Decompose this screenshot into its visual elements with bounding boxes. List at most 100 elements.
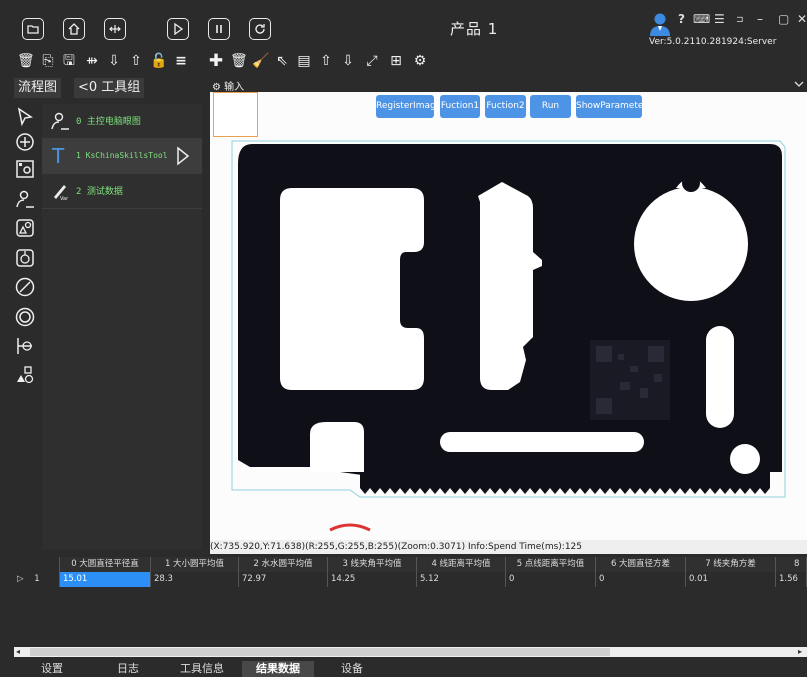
circle-fit-icon[interactable] (14, 306, 36, 328)
blob-tool-icon[interactable] (14, 217, 36, 239)
menu-icon[interactable]: ☰ (714, 12, 725, 26)
table-empty-area (14, 587, 807, 645)
open-folder-button[interactable] (22, 18, 44, 40)
table-header[interactable]: 4 线距离平均值 (417, 557, 506, 572)
version-label: Ver:5.0.2110.281924:Server (649, 37, 777, 47)
settings-icon[interactable]: ⚙ (412, 53, 428, 69)
row-pointer-icon: ▷ (17, 574, 24, 584)
run-once-button[interactable] (167, 18, 189, 40)
table-header[interactable]: 0 大圆直径平径直 (60, 557, 151, 572)
table-cell[interactable]: 0.01 (686, 572, 776, 587)
tab-flow-chart[interactable]: 流程图 (14, 78, 62, 98)
chevron-down-icon[interactable] (794, 80, 804, 88)
tab-tool-info[interactable]: 工具信息 (172, 661, 232, 677)
shapes-icon[interactable] (14, 364, 36, 386)
flow-item[interactable]: Var 2 测试数据 (42, 174, 202, 209)
pause-button[interactable] (208, 18, 230, 40)
home-button[interactable] (63, 18, 85, 40)
arrow-up-icon[interactable]: ⇧ (128, 53, 144, 69)
row-index: 1 (34, 574, 40, 584)
user-icon[interactable] (649, 12, 671, 36)
trash-icon[interactable]: 🗑 (230, 53, 248, 69)
svg-text:Var: Var (60, 196, 69, 201)
show-parameter-button[interactable]: ShowParamete (576, 95, 643, 118)
table-cell[interactable]: 1.56 (776, 572, 807, 587)
refresh-icon (255, 24, 265, 34)
thumbnail-preview[interactable] (213, 92, 258, 137)
skip-icon[interactable]: ⇻ (84, 53, 100, 69)
move-up-icon[interactable]: ⇧ (318, 53, 334, 69)
keyboard-icon[interactable]: ⌨ (693, 12, 710, 26)
save-icon[interactable]: 🖫 (61, 53, 77, 69)
find-circle-icon[interactable] (14, 247, 36, 269)
restore-button[interactable]: ▢ (778, 12, 789, 26)
broom-icon[interactable]: 🧹 (252, 53, 269, 69)
scroll-right-icon[interactable]: ▸ (798, 647, 802, 656)
unlock-icon[interactable]: 🔓 (150, 53, 167, 69)
table-header[interactable]: 2 水水圆平均值 (239, 557, 328, 572)
list-icon[interactable]: ≡ (173, 53, 189, 69)
pen-var-icon: Var (54, 185, 69, 201)
canvas-header (206, 77, 807, 91)
expand-icon[interactable]: ⤢ (364, 53, 380, 69)
image-canvas[interactable] (210, 92, 807, 540)
table-corner (14, 557, 60, 572)
scrollbar-thumb[interactable] (30, 648, 610, 656)
network-button[interactable] (104, 18, 126, 40)
flow-item[interactable]: 0 主控电脑眼图 (42, 104, 202, 139)
point-line-distance-icon[interactable] (14, 335, 36, 357)
status-bar: (X:735.920,Y:71.638)(R:255,G:255,B:255)(… (210, 540, 807, 554)
add-icon[interactable]: ✚ (208, 53, 224, 70)
table-cell[interactable]: 15.01 (60, 572, 151, 587)
tab-result-data[interactable]: 结果数据 (242, 661, 314, 677)
function2-button[interactable]: Fuction2 (485, 95, 526, 118)
table-cell[interactable]: 0 (596, 572, 686, 587)
pointer-icon[interactable]: ⇖ (274, 53, 290, 69)
flow-item-label: 0 主控电脑眼图 (76, 117, 141, 127)
table-header[interactable]: 1 大小圆平均值 (151, 557, 239, 572)
row-header[interactable]: ▷ 1 (14, 572, 60, 587)
pattern-match-icon[interactable] (14, 188, 36, 210)
table-header[interactable]: 6 大圆直径方差 (596, 557, 686, 572)
register-image-button[interactable]: RegisterImag (376, 95, 436, 118)
tab-device[interactable]: 设备 (332, 661, 372, 677)
camera-person-icon (51, 112, 69, 130)
image-source-icon[interactable] (14, 158, 36, 180)
tab-log[interactable]: 日志 (108, 661, 148, 677)
run-button[interactable]: Run (530, 95, 571, 118)
table-cell[interactable]: 14.25 (328, 572, 417, 587)
tab-tool-group[interactable]: <0 工具组 (74, 78, 145, 98)
canvas-title: ⚙ 输入 (212, 78, 244, 93)
help-icon[interactable]: ? (678, 12, 685, 26)
inspected-card-image (210, 92, 807, 540)
document-icon[interactable]: ▤ (296, 53, 312, 69)
table-header[interactable]: 5 点线距离平均值 (506, 557, 596, 572)
flow-item[interactable]: T 1 KsChinaSkillsTool (42, 139, 202, 174)
table-cell[interactable]: 28.3 (151, 572, 239, 587)
table-header[interactable]: 8 大 (776, 557, 807, 584)
home-icon (68, 23, 80, 35)
add-circle-icon[interactable] (14, 131, 36, 153)
play-icon[interactable] (176, 146, 190, 166)
table-header[interactable]: 3 线夹角平均值 (328, 557, 417, 572)
copy-icon[interactable]: ⎘ (40, 53, 56, 69)
function1-button[interactable]: Fuction1 (440, 95, 480, 118)
delete-icon[interactable]: 🗑 (17, 53, 35, 69)
scroll-left-icon[interactable]: ◂ (16, 647, 20, 656)
flow-item-label: 1 KsChinaSkillsTool (76, 151, 168, 160)
tab-settings[interactable]: 设置 (32, 661, 72, 677)
loop-run-button[interactable] (249, 18, 271, 40)
pin-icon[interactable]: ⊐ (736, 15, 744, 25)
close-button[interactable]: ✕ (797, 12, 807, 26)
table-header[interactable]: 7 线夹角方差 (686, 557, 776, 572)
table-cell[interactable]: 0 (506, 572, 596, 587)
table-cell[interactable]: 5.12 (417, 572, 506, 587)
select-arrow-icon[interactable] (14, 106, 36, 128)
folder-icon (27, 25, 39, 34)
find-line-icon[interactable] (14, 276, 36, 298)
minimize-button[interactable]: – (757, 12, 763, 26)
table-cell[interactable]: 72.97 (239, 572, 328, 587)
move-down-icon[interactable]: ⇩ (340, 53, 356, 69)
grid-icon[interactable]: ⊞ (388, 53, 404, 69)
arrow-down-icon[interactable]: ⇩ (106, 53, 122, 69)
